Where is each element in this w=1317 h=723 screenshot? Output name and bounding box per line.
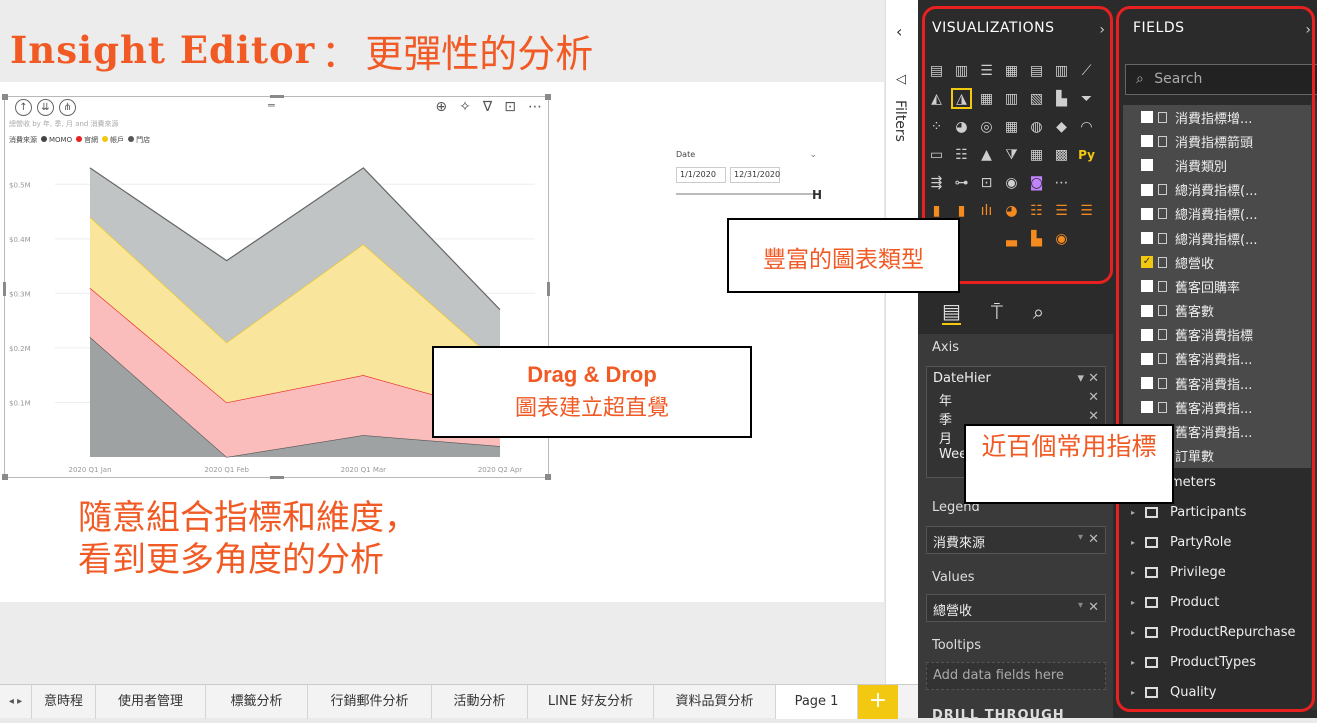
drag-grip-icon[interactable]: ═ xyxy=(268,99,275,112)
filters-toggle-icon[interactable]: ◁ xyxy=(896,72,906,87)
remove-icon[interactable]: ✕ xyxy=(1088,532,1099,547)
legend-item-store[interactable]: 門店 xyxy=(128,135,150,145)
format-paint-roller-icon[interactable]: ⍑ xyxy=(991,300,1003,324)
callout-dnd-en: Drag & Drop xyxy=(527,362,657,387)
slicer-end-date[interactable]: 12/31/2020 xyxy=(730,167,780,183)
callout-dnd-zh: 圖表建立超直覺 xyxy=(514,396,669,421)
title-zh: 更彈性的分析 xyxy=(365,31,594,76)
chevron-down-icon[interactable]: ▾ xyxy=(1078,532,1083,543)
slicer-track[interactable] xyxy=(676,193,816,195)
tab-7[interactable]: Page 1 xyxy=(776,684,858,719)
add-page-button[interactable]: + xyxy=(858,684,898,719)
x-tick-label: 2020 Q1 Feb xyxy=(204,466,249,474)
values-label: Values xyxy=(932,570,975,585)
x-tick-label: 2020 Q1 Mar xyxy=(341,466,387,474)
legend-well[interactable]: 消費來源 ▾ ✕ xyxy=(926,526,1106,554)
caption: 隨意組合指標和維度， 看到更多角度的分析 xyxy=(78,497,418,581)
callout-drag-drop: Drag & Drop 圖表建立超直覺 xyxy=(432,346,752,438)
y-tick-label: $0.4M xyxy=(9,236,31,244)
report-canvas: Insight Editor ： 更彈性的分析 ↑ ⇊ ⋔ ═ ⊕ ✧ ∇ ⊡ … xyxy=(0,0,885,718)
resize-handle-tr[interactable] xyxy=(545,94,551,100)
callout-metrics-text: 近百個常用指標 xyxy=(981,432,1157,461)
chart-legend: 消費來源 MOMO 官網 帳戶 門店 xyxy=(9,135,150,145)
callout-chart-types-text: 豐富的圖表類型 xyxy=(763,247,924,273)
resize-handle-top[interactable] xyxy=(270,95,284,98)
analytics-magnifier-icon[interactable]: ⌕ xyxy=(1033,300,1044,324)
visual-toolbar: ⊕ ✧ ∇ ⊡ ⋯ xyxy=(435,99,542,115)
chevron-down-icon[interactable]: ⌄ xyxy=(809,150,817,160)
focus-mode-icon[interactable]: ⊡ xyxy=(504,99,516,115)
legend-item-momo[interactable]: MOMO xyxy=(41,136,72,144)
callout-chart-types: 豐富的圖表類型 xyxy=(727,218,960,293)
legend-title: 消費來源 xyxy=(9,136,37,144)
axis-item-0[interactable]: DateHier ▾ ✕ xyxy=(927,371,1105,390)
remove-icon[interactable]: ▾ ✕ xyxy=(1077,371,1099,386)
drill-down-all-icon[interactable]: ⇊ xyxy=(37,99,54,116)
axis-item-1[interactable]: 年 ✕ xyxy=(927,390,1105,409)
tab-4[interactable]: 活動分析 xyxy=(432,684,528,719)
drill-up-icon[interactable]: ↑ xyxy=(15,99,32,116)
chevron-down-icon[interactable]: ▾ xyxy=(1078,600,1083,611)
filters-pane: ‹ ◁ Filters xyxy=(885,0,918,684)
page-title: Insight Editor ： 更彈性的分析 xyxy=(10,20,593,80)
filter-icon[interactable]: ∇ xyxy=(483,99,492,115)
tooltips-well[interactable]: Add data fields here xyxy=(926,662,1106,690)
filters-label[interactable]: Filters xyxy=(892,100,908,142)
legend-item-official[interactable]: 官網 xyxy=(76,135,98,145)
values-well-value: 總營收 xyxy=(933,604,973,619)
legend-item-account[interactable]: 帳戶 xyxy=(102,135,124,145)
tab-1[interactable]: 使用者管理 xyxy=(96,684,206,719)
y-tick-label: $0.2M xyxy=(9,345,31,353)
slicer-handle[interactable]: H xyxy=(812,188,822,202)
title-separator: ： xyxy=(321,31,360,76)
expand-hierarchy-icon[interactable]: ⋔ xyxy=(59,99,76,116)
title-en: Insight Editor xyxy=(10,28,316,72)
remove-icon[interactable]: ✕ xyxy=(1088,600,1099,615)
drill-controls: ↑ ⇊ ⋔ xyxy=(15,99,76,116)
tab-2[interactable]: 標籤分析 xyxy=(206,684,308,719)
fields-tab-icon[interactable]: ▤ xyxy=(942,299,961,325)
y-tick-label: $0.3M xyxy=(9,290,31,298)
tabs-scroll-arrows[interactable]: ◂ ▸ xyxy=(0,684,32,719)
x-tick-label: 2020 Q2 Apr xyxy=(478,466,522,474)
drill-down-icon[interactable]: ⊕ xyxy=(435,99,447,115)
slicer-start-date[interactable]: 1/1/2020 xyxy=(676,167,726,183)
axis-label: Axis xyxy=(932,340,959,355)
slicer-label: Date xyxy=(676,150,696,159)
drill-through-label: DRILL THROUGH xyxy=(932,708,1065,723)
tab-5[interactable]: LINE 好友分析 xyxy=(528,684,654,719)
x-tick-label: 2020 Q1 Jan xyxy=(68,466,111,474)
viz-tools-row: ▤ ⍑ ⌕ xyxy=(918,290,1113,334)
legend-well-value: 消費來源 xyxy=(933,536,986,551)
tooltips-label: Tooltips xyxy=(932,638,981,653)
date-slicer[interactable]: Date ⌄ 1/1/2020 12/31/2020 H xyxy=(676,150,822,205)
values-well[interactable]: 總營收 ▾ ✕ xyxy=(926,594,1106,622)
tab-0[interactable]: 意時程 xyxy=(32,684,96,719)
y-tick-label: $0.1M xyxy=(9,399,31,407)
page-tabs: ◂ ▸ 意時程 使用者管理 標籤分析 行銷郵件分析 活動分析 LINE 好友分析… xyxy=(0,684,918,719)
resize-handle-tl[interactable] xyxy=(2,94,8,100)
tab-3[interactable]: 行銷郵件分析 xyxy=(308,684,432,719)
pin-icon[interactable]: ✧ xyxy=(459,99,471,115)
callout-metrics: 近百個常用指標 xyxy=(964,424,1174,504)
tab-6[interactable]: 資料品質分析 xyxy=(654,684,776,719)
caption-line-1: 隨意組合指標和維度， xyxy=(78,498,418,538)
y-tick-label: $0.5M xyxy=(9,181,31,189)
collapse-arrow-icon[interactable]: ‹ xyxy=(896,22,902,41)
visual-title: 總營收 by 年, 季, 月 and 消費來源 xyxy=(9,120,119,128)
more-options-icon[interactable]: ⋯ xyxy=(528,99,542,115)
remove-icon[interactable]: ✕ xyxy=(1088,390,1099,405)
caption-line-2: 看到更多角度的分析 xyxy=(78,540,384,580)
remove-icon[interactable]: ✕ xyxy=(1088,409,1099,424)
highlight-fields xyxy=(1116,6,1315,712)
